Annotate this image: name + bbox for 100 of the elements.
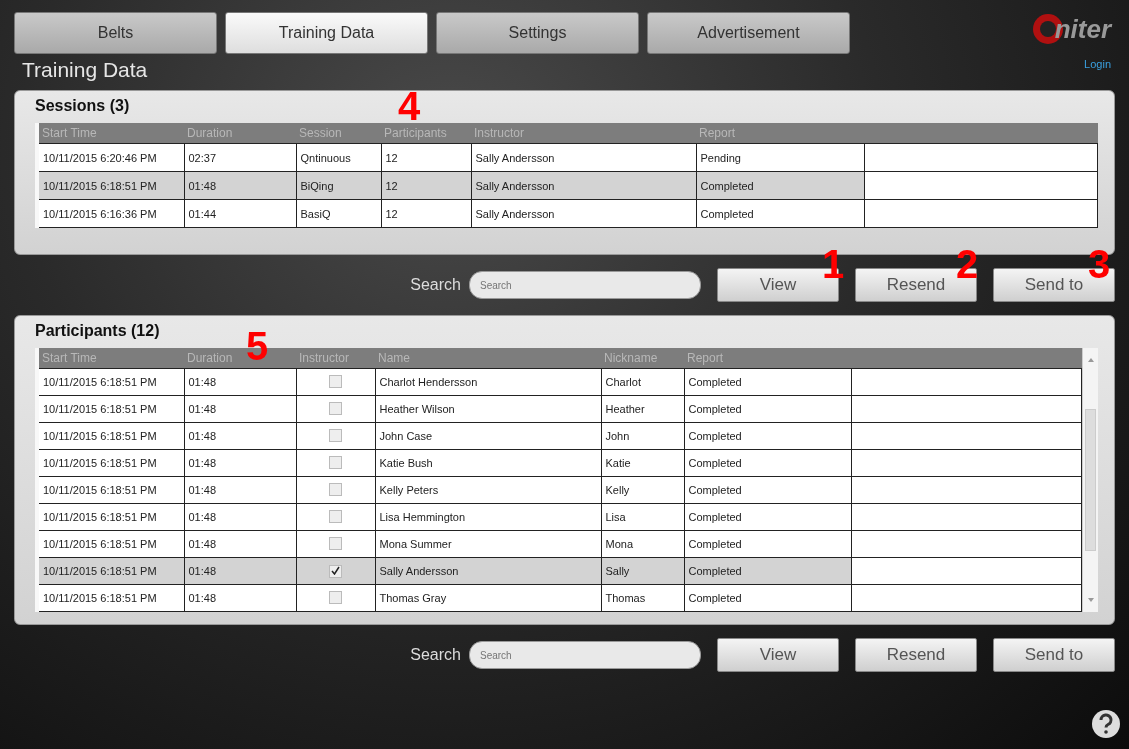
column-header: Start Time	[39, 348, 184, 369]
column-header: Instructor	[471, 123, 696, 144]
tab[interactable]: Advertisement	[647, 12, 850, 54]
column-header: Report	[696, 123, 864, 144]
column-header: Participants	[381, 123, 471, 144]
table-cell: 10/11/2015 6:18:51 PM	[39, 530, 184, 558]
table-cell: Lisa Hemmington	[375, 503, 601, 531]
table-cell: Katie Bush	[375, 449, 601, 477]
table-cell: Katie	[601, 449, 684, 477]
table-cell: Heather Wilson	[375, 395, 601, 423]
table-cell: Completed	[684, 422, 851, 450]
table-cell: BiQing	[296, 171, 381, 200]
table-cell: Mona	[601, 530, 684, 558]
table-cell: 10/11/2015 6:18:51 PM	[39, 584, 184, 612]
table-cell: Completed	[696, 199, 864, 228]
tab[interactable]: Belts	[14, 12, 217, 54]
table-cell: 01:48	[184, 449, 296, 477]
table-cell: Completed	[696, 171, 864, 200]
table-cell: 12	[381, 143, 471, 172]
table-cell: 10/11/2015 6:18:51 PM	[39, 395, 184, 423]
table-cell: Thomas Gray	[375, 584, 601, 612]
table-cell: 01:48	[184, 171, 296, 200]
table-cell: 10/11/2015 6:18:51 PM	[39, 449, 184, 477]
table-cell: 01:48	[184, 584, 296, 612]
instructor-checkbox[interactable]	[329, 590, 342, 604]
search-label: Search	[410, 276, 461, 294]
table-cell: Completed	[684, 449, 851, 477]
page-title: Training Data	[22, 58, 148, 82]
table-cell: 10/11/2015 6:18:51 PM	[39, 476, 184, 504]
table-cell: Completed	[684, 395, 851, 423]
table-cell: 10/11/2015 6:18:51 PM	[39, 171, 184, 200]
table-cell: Completed	[684, 557, 851, 585]
table-cell: Thomas	[601, 584, 684, 612]
tab[interactable]: Training Data	[225, 12, 428, 54]
table-cell: John Case	[375, 422, 601, 450]
scroll-up-icon[interactable]	[1087, 358, 1094, 362]
table-cell: Sally	[601, 557, 684, 585]
scrollbar[interactable]	[1082, 348, 1098, 612]
table-cell: 01:48	[184, 530, 296, 558]
table-cell: Sally Andersson	[471, 171, 696, 200]
callout-number: 4	[398, 86, 421, 126]
column-header: Instructor	[296, 348, 375, 369]
column-header: Session	[296, 123, 381, 144]
login-link[interactable]: Login	[1084, 58, 1111, 70]
table-cell: 01:48	[184, 557, 296, 585]
check-icon	[331, 565, 340, 575]
table-cell: 12	[381, 199, 471, 228]
table-cell: 01:44	[184, 199, 296, 228]
table-cell: Kelly Peters	[375, 476, 601, 504]
table-cell: 10/11/2015 6:20:46 PM	[39, 143, 184, 172]
table-cell: BasiQ	[296, 199, 381, 228]
instructor-checkbox[interactable]	[329, 455, 342, 469]
help-icon[interactable]	[1091, 709, 1121, 739]
table-cell: 10/11/2015 6:18:51 PM	[39, 368, 184, 396]
tab[interactable]: Settings	[436, 12, 639, 54]
table-cell: Completed	[684, 584, 851, 612]
action-button[interactable]: View	[717, 638, 839, 672]
table-cell: 01:48	[184, 476, 296, 504]
table-cell: Completed	[684, 476, 851, 504]
instructor-checkbox[interactable]	[329, 509, 342, 523]
instructor-checkbox[interactable]	[329, 401, 342, 415]
instructor-checkbox[interactable]	[329, 564, 342, 578]
table-cell: Charlot Hendersson	[375, 368, 601, 396]
table-cell: 10/11/2015 6:16:36 PM	[39, 199, 184, 228]
table-cell: John	[601, 422, 684, 450]
scroll-down-icon[interactable]	[1087, 598, 1094, 602]
table-cell: Lisa	[601, 503, 684, 531]
action-button[interactable]: Send to	[993, 638, 1115, 672]
search-field[interactable]: Search	[469, 641, 701, 669]
instructor-checkbox[interactable]	[329, 374, 342, 388]
table-cell: 01:48	[184, 503, 296, 531]
table-cell: Completed	[684, 503, 851, 531]
table-cell: 10/11/2015 6:18:51 PM	[39, 422, 184, 450]
panel-title: Sessions (3)	[35, 97, 130, 115]
search-field[interactable]: Search	[469, 271, 701, 299]
panel-title: Participants (12)	[35, 322, 160, 340]
table-cell: 02:37	[184, 143, 296, 172]
table-cell: Sally Andersson	[471, 199, 696, 228]
table-cell: Mona Summer	[375, 530, 601, 558]
table-cell: 01:48	[184, 368, 296, 396]
table-cell: Completed	[684, 368, 851, 396]
table-cell: Heather	[601, 395, 684, 423]
column-header: Duration	[184, 123, 296, 144]
table-cell: Completed	[684, 530, 851, 558]
table-cell: Charlot	[601, 368, 684, 396]
table-cell: 10/11/2015 6:18:51 PM	[39, 557, 184, 585]
action-button[interactable]: Resend	[855, 638, 977, 672]
instructor-checkbox[interactable]	[329, 536, 342, 550]
instructor-checkbox[interactable]	[329, 428, 342, 442]
column-header: Name	[375, 348, 601, 369]
table-cell: 12	[381, 171, 471, 200]
column-header: Report	[684, 348, 851, 369]
column-header: Start Time	[39, 123, 184, 144]
table-cell: Qntinuous	[296, 143, 381, 172]
table-cell: 01:48	[184, 422, 296, 450]
table-cell: Sally Andersson	[471, 143, 696, 172]
column-header: Nickname	[601, 348, 684, 369]
instructor-checkbox[interactable]	[329, 482, 342, 496]
search-label: Search	[410, 646, 461, 664]
table-cell: Pending	[696, 143, 864, 172]
